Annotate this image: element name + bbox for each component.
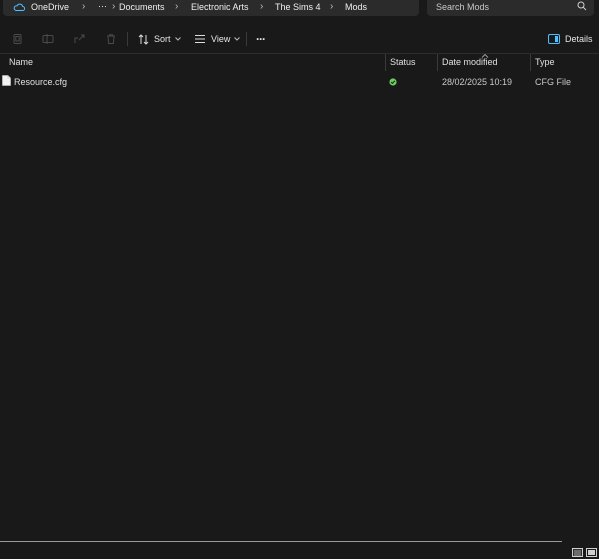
- address-bar[interactable]: OneDrive › ··· › Documents › Electronic …: [3, 0, 419, 16]
- file-row[interactable]: Resource.cfg 28/02/2025 10:19 CFG File: [0, 74, 599, 90]
- sort-button[interactable]: Sort: [138, 28, 181, 50]
- sort-label: Sort: [154, 34, 171, 44]
- chevron-right-icon: ›: [112, 1, 116, 12]
- cloud-icon: [13, 2, 26, 14]
- column-resize-handle[interactable]: [437, 54, 438, 71]
- view-label: View: [211, 34, 231, 44]
- sort-icon: [138, 33, 149, 45]
- column-resize-handle[interactable]: [530, 54, 531, 71]
- command-bar: Sort View ··· Details: [0, 28, 599, 50]
- breadcrumb-electronic-arts[interactable]: Electronic Arts: [191, 2, 249, 12]
- chevron-down-icon: [174, 37, 181, 41]
- column-header-name[interactable]: Name: [9, 57, 33, 67]
- chevron-right-icon: ›: [175, 1, 179, 12]
- rename-icon: [42, 33, 55, 45]
- breadcrumb-onedrive[interactable]: OneDrive: [31, 2, 69, 12]
- file-date-modified: 28/02/2025 10:19: [442, 77, 513, 87]
- column-header-date-modified[interactable]: Date modified: [442, 57, 498, 67]
- file-icon: [2, 75, 11, 88]
- details-pane-icon: [548, 34, 560, 44]
- file-type: CFG File: [535, 77, 571, 87]
- more-options-button[interactable]: ···: [256, 28, 266, 50]
- share-icon: [73, 33, 85, 45]
- details-view-icon[interactable]: [572, 548, 583, 557]
- rename-button[interactable]: [42, 28, 55, 50]
- chevron-right-icon: ›: [330, 1, 334, 12]
- horizontal-scrollbar[interactable]: [0, 541, 562, 542]
- toolbar-divider: [127, 32, 128, 46]
- chevron-right-icon: ›: [82, 1, 86, 12]
- breadcrumb-the-sims-4[interactable]: The Sims 4: [275, 2, 321, 12]
- view-icon: [194, 34, 206, 44]
- details-pane-button[interactable]: Details: [548, 28, 593, 50]
- details-label: Details: [565, 34, 593, 44]
- copy-icon: [12, 33, 24, 45]
- chevron-right-icon: ›: [260, 1, 264, 12]
- more-options-label: ···: [256, 32, 266, 46]
- tiles-view-icon[interactable]: [586, 548, 597, 557]
- chevron-down-icon: [234, 37, 241, 41]
- column-header-row: Name Status Date modified Type: [0, 53, 599, 71]
- breadcrumb-documents[interactable]: Documents: [119, 2, 165, 12]
- column-resize-handle[interactable]: [385, 54, 386, 71]
- status-synced-icon: [389, 78, 397, 88]
- copy-button[interactable]: [12, 28, 24, 50]
- column-header-status[interactable]: Status: [390, 57, 416, 67]
- column-header-type[interactable]: Type: [535, 57, 555, 67]
- breadcrumb-overflow[interactable]: ···: [98, 1, 107, 11]
- search-box[interactable]: Search Mods: [427, 0, 594, 16]
- breadcrumb-mods[interactable]: Mods: [345, 2, 367, 12]
- file-name[interactable]: Resource.cfg: [14, 77, 67, 87]
- delete-button[interactable]: [105, 28, 117, 50]
- view-button[interactable]: View: [194, 28, 241, 50]
- share-button[interactable]: [73, 28, 85, 50]
- delete-icon: [105, 33, 117, 45]
- search-input[interactable]: Search Mods: [436, 2, 489, 12]
- search-icon[interactable]: [577, 1, 587, 13]
- toolbar-divider: [246, 32, 247, 46]
